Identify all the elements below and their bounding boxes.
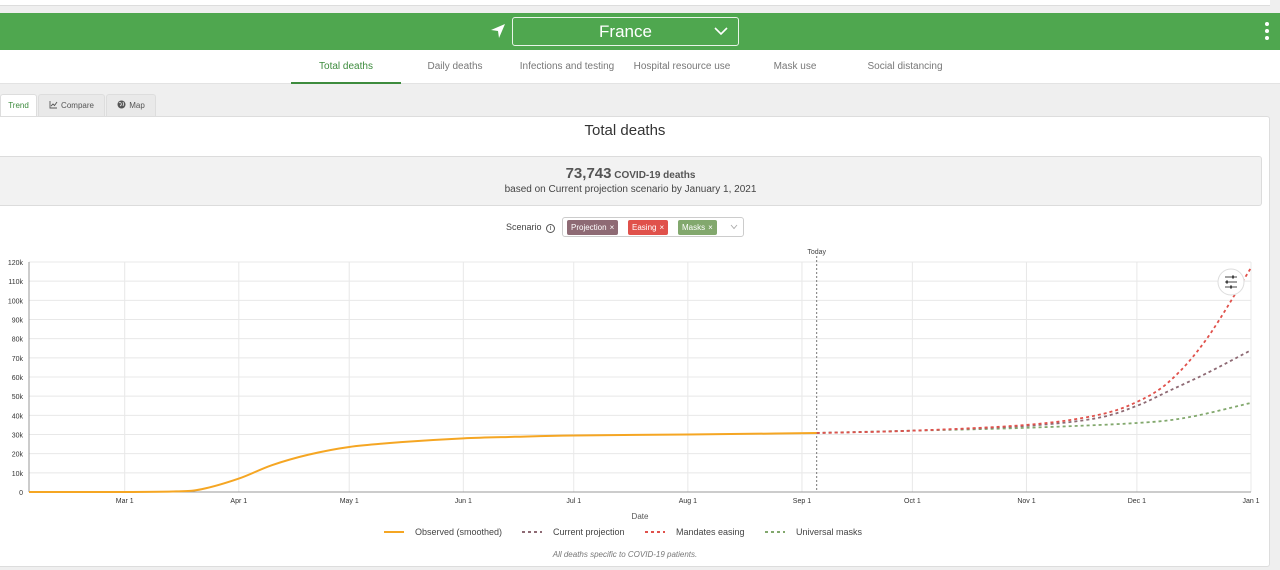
tab-trend[interactable]: Trend — [0, 94, 37, 117]
series-line-observed-smoothed — [28, 431, 817, 494]
chip-projection[interactable]: Projection × — [567, 220, 619, 235]
metric-tabs: Total deaths Daily deaths Infections and… — [0, 50, 1280, 84]
scenario-label: Scenario — [506, 222, 542, 232]
y-tick-label: 60k — [12, 375, 24, 382]
top-strip — [0, 0, 1270, 6]
x-tick-label: May 1 — [340, 498, 359, 505]
line-chart-icon — [49, 101, 58, 109]
tab-infections-testing[interactable]: Infections and testing — [512, 50, 622, 84]
series-line-mandates-easing — [816, 267, 1252, 434]
y-tick-label: 0 — [19, 490, 23, 497]
chevron-down-icon[interactable] — [730, 224, 738, 230]
chip-masks[interactable]: Masks × — [678, 220, 717, 235]
close-icon[interactable]: × — [610, 223, 615, 232]
y-tick-label: 40k — [12, 413, 24, 420]
legend-label: Mandates easing — [676, 527, 745, 537]
location-header: France — [0, 13, 1280, 50]
x-tick-label: Jul 1 — [566, 498, 581, 505]
x-tick-label: Nov 1 — [1017, 498, 1035, 505]
total-deaths-chart: 0 10k 20k 30k 40k 50k 60k 70k 80k 90k 100k 110k 120k… — [8, 249, 1260, 537]
series-line-current-projection — [816, 349, 1252, 434]
chart-settings-icon[interactable] — [1217, 268, 1245, 296]
y-tick-label: 90k — [12, 318, 24, 325]
tab-map[interactable]: Map — [106, 94, 156, 116]
x-tick-label: Mar 1 — [116, 498, 134, 505]
tab-compare-label: Compare — [61, 101, 94, 110]
navigation-arrow-icon[interactable] — [490, 23, 506, 39]
summary-subtitle: based on Current projection scenario by … — [504, 184, 757, 195]
y-tick-label: 80k — [12, 337, 24, 344]
panel-title: Total deaths — [584, 122, 666, 139]
x-tick-label: Sep 1 — [793, 498, 811, 505]
summary-box: 73,743 COVID-19 deaths based on Current … — [0, 156, 1262, 206]
x-tick-label: Dec 1 — [1128, 498, 1146, 505]
tab-trend-label: Trend — [8, 101, 29, 110]
series-line-universal-masks — [816, 401, 1252, 434]
chip-projection-label: Projection — [571, 223, 607, 232]
x-tick-label: Aug 1 — [679, 498, 697, 505]
chart-footnote: All deaths specific to COVID-19 patients… — [552, 550, 698, 559]
y-tick-label: 20k — [12, 452, 24, 459]
y-tick-label: 100k — [8, 298, 24, 305]
chip-easing-label: Easing — [632, 223, 657, 232]
y-tick-label: 70k — [12, 356, 24, 363]
tab-mask-use[interactable]: Mask use — [755, 50, 835, 84]
globe-icon — [117, 100, 126, 109]
scenario-multiselect[interactable]: Projection × Easing × Masks × — [562, 217, 744, 237]
info-icon[interactable]: i — [546, 224, 556, 233]
legend-label: Current projection — [553, 527, 625, 537]
summary-unit: COVID-19 deaths — [614, 170, 696, 181]
tab-hospital-resource-use[interactable]: Hospital resource use — [626, 50, 738, 84]
summary-number: 73,743 — [565, 165, 612, 182]
chip-easing[interactable]: Easing × — [628, 220, 669, 235]
chip-masks-label: Masks — [682, 223, 706, 232]
kebab-menu-icon[interactable] — [1264, 22, 1270, 42]
tab-total-deaths[interactable]: Total deaths — [291, 50, 401, 84]
tab-compare[interactable]: Compare — [38, 94, 105, 116]
tab-social-distancing[interactable]: Social distancing — [855, 50, 955, 84]
y-tick-label: 120k — [8, 260, 24, 267]
x-axis-title: Date — [632, 512, 649, 521]
y-tick-label: 30k — [12, 433, 24, 440]
country-select[interactable]: France — [512, 17, 739, 46]
country-select-value: France — [599, 22, 652, 41]
y-tick-label: 10k — [12, 471, 24, 478]
legend-label: Observed (smoothed) — [415, 527, 502, 537]
close-icon[interactable]: × — [659, 223, 664, 232]
legend-label: Universal masks — [796, 527, 863, 537]
x-tick-label: Jan 1 — [1242, 498, 1259, 505]
chevron-down-icon — [714, 27, 728, 36]
tab-daily-deaths[interactable]: Daily deaths — [410, 50, 500, 84]
y-tick-label: 110k — [8, 279, 23, 286]
x-tick-label: Jun 1 — [455, 498, 472, 505]
x-tick-label: Oct 1 — [904, 498, 921, 505]
tab-map-label: Map — [129, 101, 145, 110]
y-tick-label: 50k — [12, 394, 24, 401]
close-icon[interactable]: × — [708, 223, 713, 232]
today-label: Today — [807, 249, 826, 256]
x-tick-label: Apr 1 — [230, 498, 247, 505]
